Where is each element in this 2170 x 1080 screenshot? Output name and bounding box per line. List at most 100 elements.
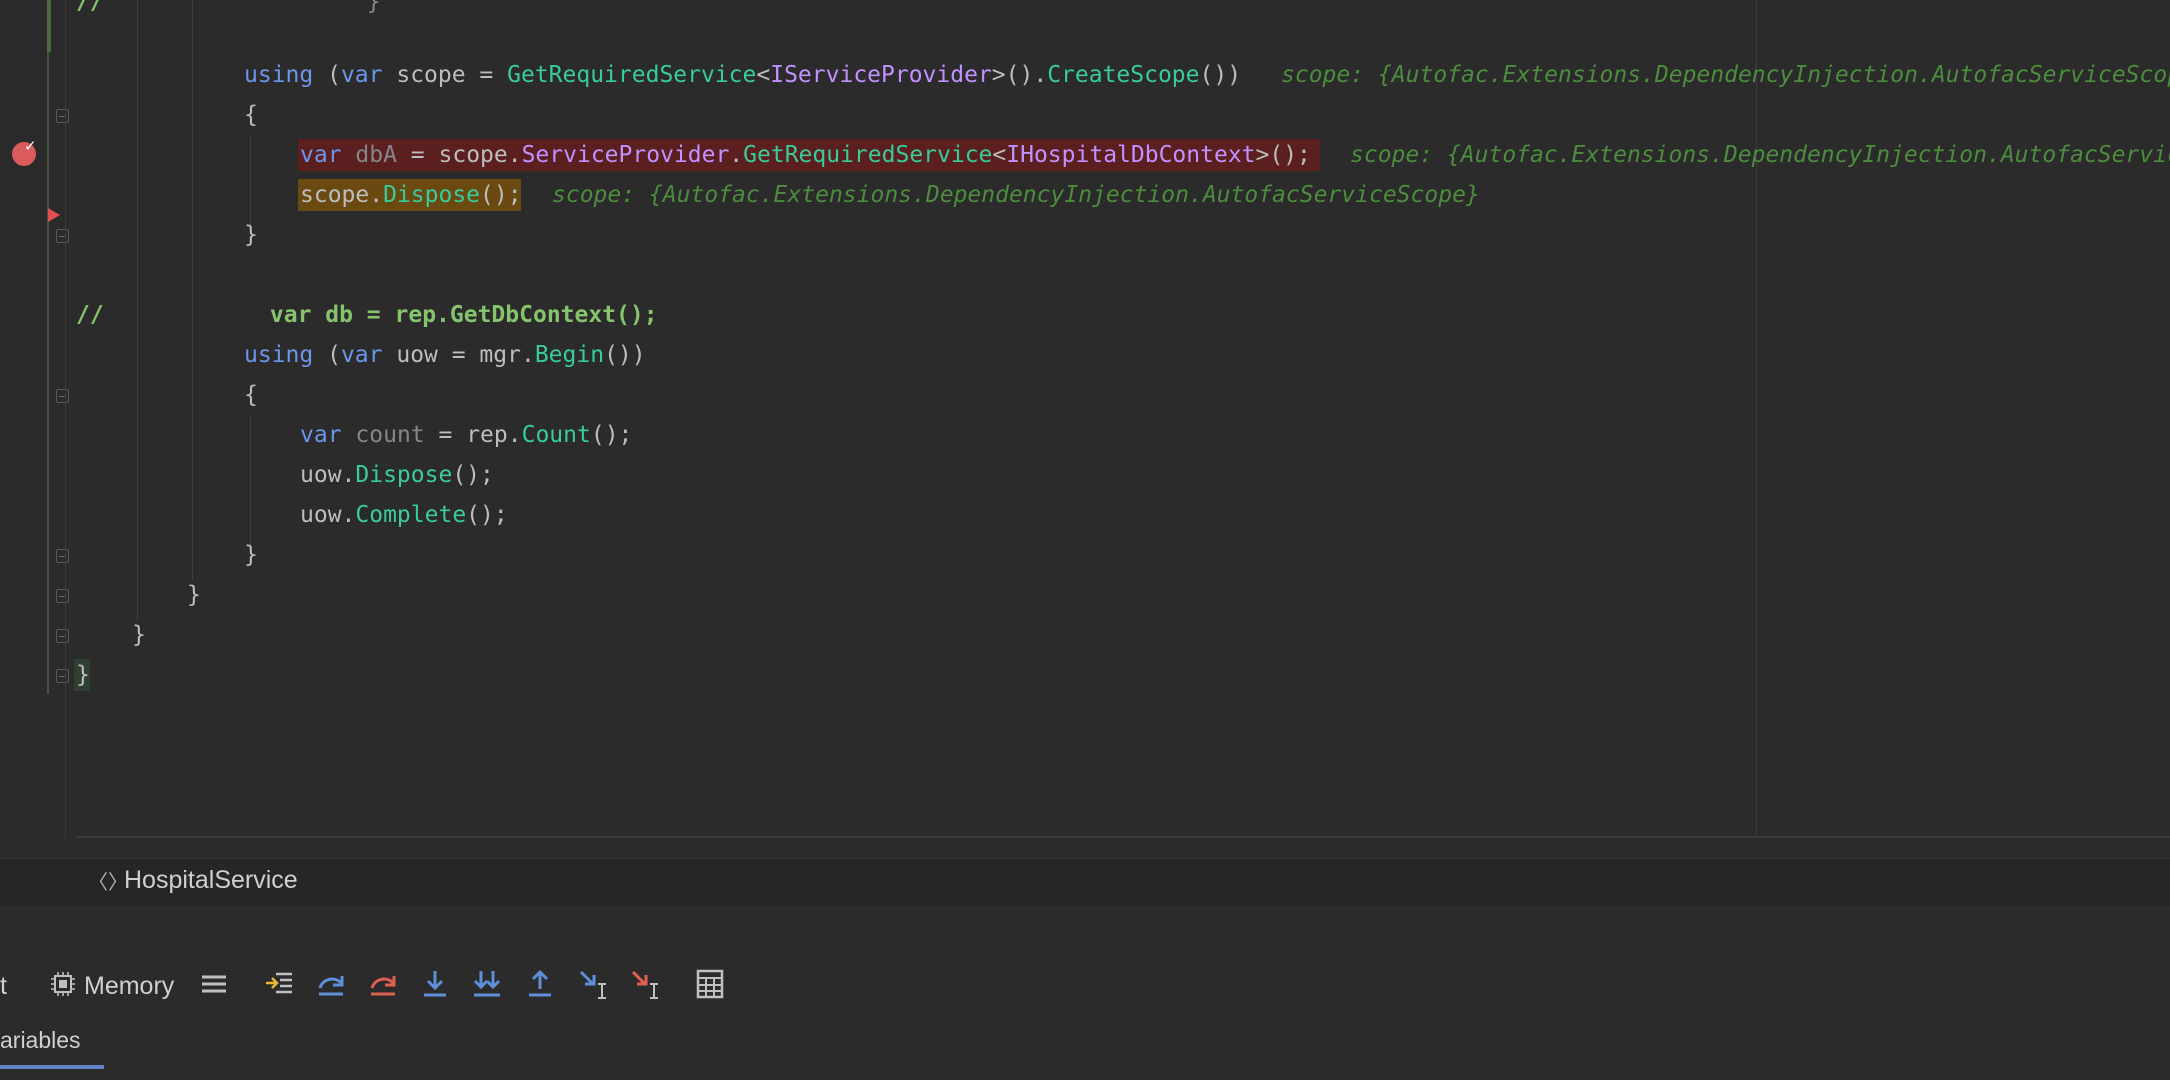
code-token: uow = mgr. <box>382 342 535 368</box>
memory-tab[interactable]: Memory <box>84 970 174 1002</box>
indent-guide <box>250 415 251 545</box>
fold-marker[interactable] <box>56 229 69 243</box>
code-token: ( <box>313 62 341 88</box>
code-token: var <box>300 142 342 168</box>
code-line[interactable]: uow.Dispose(); <box>300 455 494 495</box>
code-line[interactable]: } <box>244 215 258 255</box>
code-line[interactable]: } <box>244 535 258 575</box>
code-line[interactable]: var count = rep.Count(); <box>300 415 632 455</box>
code-token: GetRequiredService <box>743 142 993 168</box>
show-execution-point-icon[interactable] <box>262 966 296 1002</box>
code-token: var db = rep.GetDbContext(); <box>103 302 658 328</box>
evaluate-expression-icon[interactable] <box>693 966 727 1002</box>
code-token: scope = <box>382 62 508 88</box>
fold-marker[interactable] <box>56 589 69 603</box>
inline-debug-value: scope: {Autofac.Extensions.DependencyInj… <box>552 182 1480 208</box>
code-token: using <box>244 62 314 88</box>
code-line[interactable]: { <box>244 95 258 135</box>
code-token: scope. <box>300 182 384 208</box>
code-token: CreateScope <box>1047 62 1200 88</box>
code-token: Begin <box>534 342 605 368</box>
code-token: count <box>355 422 425 448</box>
code-token: Count <box>521 422 591 448</box>
code-token: // <box>76 0 104 15</box>
indent-guide <box>250 135 251 225</box>
force-run-to-cursor-icon[interactable] <box>628 966 662 1002</box>
code-line[interactable]: // var db = rep.GetDbContext(); <box>76 295 658 335</box>
indent-guide <box>192 0 193 580</box>
code-token: Dispose <box>383 182 481 208</box>
code-token: { <box>244 382 258 408</box>
active-tab-indicator <box>0 1065 104 1069</box>
code-token: ServiceProvider <box>521 142 730 168</box>
code-token: } <box>187 582 201 608</box>
code-token: (); <box>466 502 508 528</box>
step-into-icon[interactable] <box>418 966 452 1002</box>
code-token: = scope. <box>396 142 522 168</box>
code-token: GetRequiredService <box>507 62 757 88</box>
force-step-over-icon[interactable] <box>366 966 400 1002</box>
code-editor[interactable]: ✓ // } using (var scope = GetRequiredServ… <box>0 0 2170 838</box>
code-token: using <box>244 342 314 368</box>
debug-tabs-bar <box>0 1016 2170 1080</box>
code-token: } <box>76 662 90 688</box>
editor-gutter[interactable] <box>0 0 72 838</box>
fold-marker[interactable] <box>56 669 69 683</box>
breadcrumb-item-hospitalservice[interactable]: HospitalService <box>124 866 298 895</box>
code-line[interactable]: { <box>244 375 258 415</box>
run-to-cursor-icon[interactable] <box>576 966 610 1002</box>
code-token: // <box>76 302 104 328</box>
code-line[interactable]: } <box>187 575 201 615</box>
code-token: >(); <box>1255 142 1311 168</box>
vcs-change-marker[interactable] <box>47 52 49 694</box>
code-token: Dispose <box>355 462 453 488</box>
right-margin-guide <box>1756 0 1757 838</box>
vcs-change-marker[interactable] <box>47 0 51 52</box>
memory-icon <box>51 972 75 996</box>
fold-marker[interactable] <box>56 389 69 403</box>
execution-point-icon <box>48 208 60 222</box>
code-token: < <box>992 142 1007 168</box>
code-line[interactable]: } <box>132 615 146 655</box>
code-token: (); <box>590 422 633 448</box>
step-out-icon[interactable] <box>523 966 557 1002</box>
gutter-separator <box>65 0 66 838</box>
code-token: = rep. <box>424 422 522 448</box>
tab-variables[interactable]: ariables <box>0 1027 81 1054</box>
inline-debug-value: scope: {Autofac.Extensions.DependencyInj… <box>1350 142 2170 168</box>
code-token: >(). <box>991 62 1048 88</box>
breakpoint-check-icon: ✓ <box>24 137 37 155</box>
fold-marker[interactable] <box>56 629 69 643</box>
code-token: IServiceProvider <box>770 62 992 88</box>
code-token: ()) <box>1199 62 1242 88</box>
code-token: var <box>340 62 383 88</box>
code-token: (); <box>480 182 522 208</box>
code-token: Complete <box>355 502 467 528</box>
horizontal-scrollbar[interactable] <box>76 836 2170 838</box>
code-line[interactable]: scope.Dispose(); <box>298 175 522 215</box>
code-token: } <box>132 622 146 648</box>
fold-marker[interactable] <box>56 549 69 563</box>
code-token: IHospitalDbContext <box>1006 142 1256 168</box>
debug-tab-partial[interactable]: t <box>0 970 7 1002</box>
code-line[interactable]: using (var uow = mgr.Begin()) <box>244 335 646 375</box>
code-token: ( <box>313 342 341 368</box>
code-token: } <box>244 222 258 248</box>
code-token: uow. <box>300 462 356 488</box>
code-token: < <box>756 62 771 88</box>
code-line[interactable]: } <box>74 655 90 695</box>
code-token: } <box>103 0 381 15</box>
code-token: uow. <box>300 502 356 528</box>
code-line[interactable]: var dbA = scope.ServiceProvider.GetRequi… <box>298 135 1320 175</box>
code-token: var <box>300 422 342 448</box>
code-line[interactable]: // } <box>76 0 381 22</box>
smart-step-into-icon[interactable] <box>470 966 504 1002</box>
code-token: { <box>244 102 258 128</box>
fold-marker[interactable] <box>56 109 69 123</box>
code-line[interactable]: using (var scope = GetRequiredService<IS… <box>244 55 1241 95</box>
threads-list-icon[interactable] <box>197 966 231 1002</box>
code-line[interactable]: uow.Complete(); <box>300 495 508 535</box>
step-over-icon[interactable] <box>314 966 348 1002</box>
